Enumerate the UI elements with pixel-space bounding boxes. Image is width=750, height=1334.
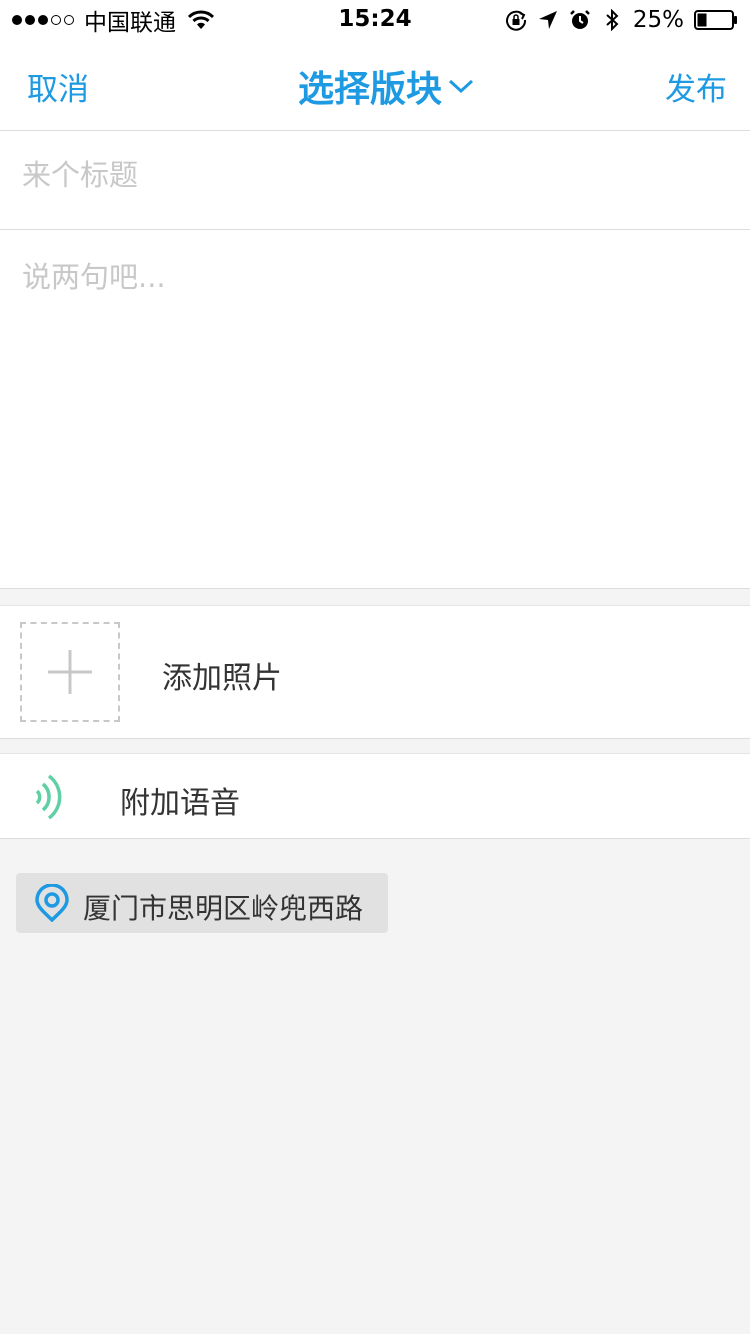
location-pin-icon [35, 884, 69, 922]
battery-percent: 25% [632, 7, 684, 33]
cancel-button[interactable]: 取消 [27, 64, 89, 109]
body-textarea[interactable] [20, 252, 724, 576]
chevron-down-icon [449, 79, 474, 94]
add-photo-button[interactable] [20, 622, 120, 722]
alarm-icon [569, 10, 590, 29]
location-chip[interactable]: 厦门市思明区岭兜西路 [16, 873, 388, 933]
battery-icon [694, 10, 737, 30]
rotation-lock-icon [505, 10, 526, 31]
add-photo-label[interactable]: 添加照片 [162, 653, 282, 697]
add-photo-row: 添加照片 [0, 605, 750, 739]
location-text: 厦门市思明区岭兜西路 [83, 892, 364, 925]
status-right: 25% [505, 6, 738, 34]
publish-button[interactable]: 发布 [665, 64, 727, 109]
location-arrow-icon [538, 11, 557, 29]
plus-icon [48, 650, 92, 694]
board-selector[interactable]: 选择版块 [298, 60, 474, 112]
nav-bar: 取消 选择版块 发布 [0, 40, 750, 131]
bluetooth-icon [606, 9, 619, 31]
title-input[interactable] [20, 157, 724, 193]
add-voice-label: 附加语音 [120, 786, 240, 821]
body-field-row [0, 230, 750, 589]
title-field-row [0, 131, 750, 230]
voice-wave-icon [35, 774, 62, 820]
status-bar: 中国联通 15:24 25% [0, 0, 750, 40]
add-voice-row[interactable]: 附加语音 [0, 753, 750, 839]
board-selector-label: 选择版块 [298, 69, 443, 110]
